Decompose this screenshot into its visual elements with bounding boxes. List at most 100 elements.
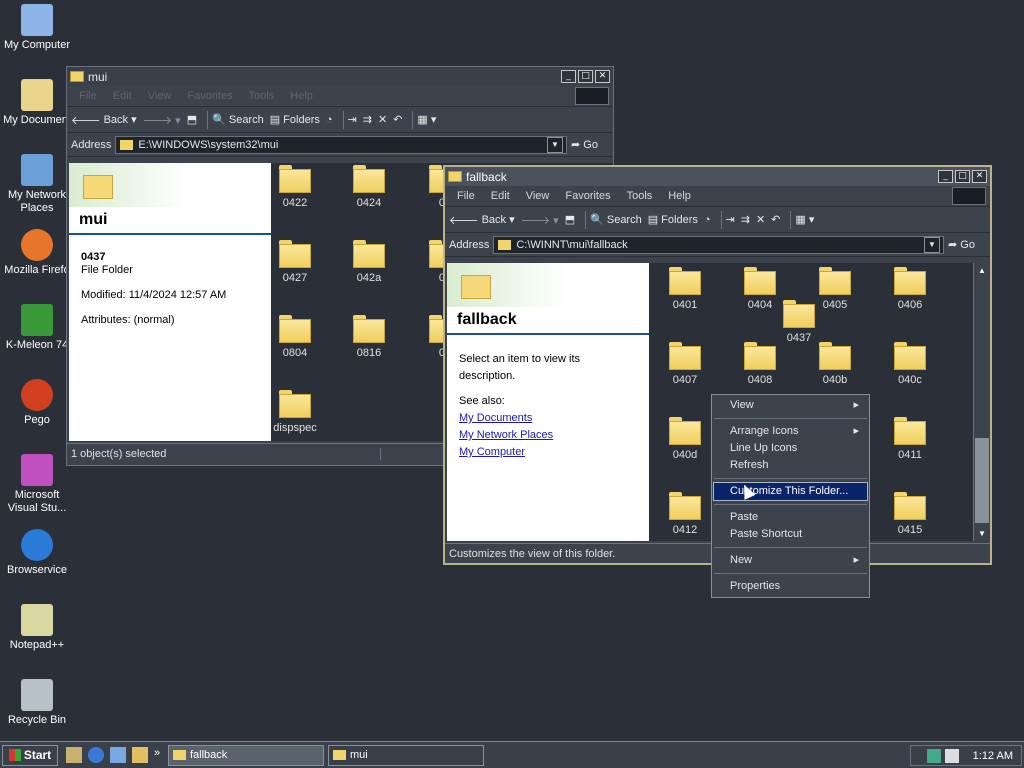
folder-item[interactable]: 0412 (655, 492, 715, 536)
link-my-documents[interactable]: My Documents (459, 410, 637, 427)
desktop-icon-my-computer[interactable]: My Computer (0, 4, 74, 52)
ctx-item-line-up-icons[interactable]: Line Up Icons (712, 440, 869, 457)
folder-item[interactable]: 0437 (769, 300, 829, 344)
desktop-icon-my-documents[interactable]: My Document (0, 79, 74, 127)
address-input[interactable]: C:\WINNT\mui\fallback (493, 235, 944, 254)
menu-file[interactable]: File (71, 90, 105, 102)
forward-button[interactable]: 🡒 ▾ (143, 113, 181, 127)
search-button[interactable]: 🔍 Search (212, 113, 264, 127)
menu-edit[interactable]: Edit (483, 190, 518, 202)
link-my-network-places[interactable]: My Network Places (459, 427, 637, 444)
search-button[interactable]: 🔍 Search (590, 213, 642, 227)
show-desktop-icon[interactable] (66, 747, 82, 763)
menu-favorites[interactable]: Favorites (557, 190, 618, 202)
back-button[interactable]: 🡐 Back ▾ (449, 213, 515, 227)
menu-tools[interactable]: Tools (619, 190, 661, 202)
folder-item[interactable]: 042a (339, 240, 399, 284)
go-button[interactable]: ➦ Go (948, 238, 990, 252)
copy-to-icon[interactable]: ⇉ (741, 213, 750, 226)
close-button[interactable]: ✕ (595, 70, 610, 83)
maximize-button[interactable]: □ (955, 170, 970, 183)
folder-item[interactable]: 0816 (339, 315, 399, 359)
folder-item[interactable]: 0424 (339, 165, 399, 209)
folder-item[interactable]: 0422 (271, 165, 325, 209)
folder-item[interactable]: dispspec (271, 390, 325, 434)
tray-app-icon[interactable] (926, 748, 941, 763)
history-icon[interactable]: ◔ (326, 114, 333, 126)
menu-tools[interactable]: Tools (241, 90, 283, 102)
maximize-button[interactable]: □ (578, 70, 593, 83)
delete-icon[interactable]: ✕ (378, 113, 387, 126)
address-dropdown-button[interactable]: ▼ (924, 236, 940, 253)
ctx-item-view[interactable]: View ▸ (712, 397, 869, 414)
folder-item[interactable]: 0427 (271, 240, 325, 284)
ctx-item-refresh[interactable]: Refresh (712, 457, 869, 474)
delete-icon[interactable]: ✕ (756, 213, 765, 226)
views-icon[interactable]: ▦ ▾ (795, 213, 814, 226)
tray-notepad-icon[interactable] (944, 748, 959, 763)
folder-item[interactable]: 040d (655, 417, 715, 461)
address-input[interactable]: E:\WINDOWS\system32\mui (115, 135, 567, 154)
views-icon[interactable]: ▦ ▾ (417, 113, 436, 126)
ctx-item-new[interactable]: New ▸ (712, 552, 869, 569)
desktop-icon-browservice[interactable]: Browservice (0, 529, 74, 577)
ctx-item-paste[interactable]: Paste (712, 509, 869, 526)
ctx-item-arrange-icons[interactable]: Arrange Icons ▸ (712, 423, 869, 440)
folder-item[interactable]: 040c (880, 342, 940, 386)
close-button[interactable]: ✕ (972, 170, 987, 183)
task-mui[interactable]: mui (328, 744, 484, 766)
start-button[interactable]: Start (2, 744, 58, 766)
menu-view[interactable]: View (518, 190, 558, 202)
menu-view[interactable]: View (140, 90, 180, 102)
menu-help[interactable]: Help (660, 190, 699, 202)
copy-to-icon[interactable]: ⇉ (363, 113, 372, 126)
ctx-item-properties[interactable]: Properties (712, 578, 869, 595)
scroll-up-button[interactable]: ▲ (974, 263, 990, 278)
folder-item[interactable]: 0415 (880, 492, 940, 536)
desktop-icon-my-network-places[interactable]: My Network Places (0, 154, 74, 215)
up-folder-icon[interactable]: ⬒ (565, 213, 575, 226)
internet-explorer-icon[interactable] (88, 747, 104, 763)
forward-button[interactable]: 🡒 ▾ (521, 213, 559, 227)
undo-icon[interactable]: ↶ (393, 113, 402, 126)
desktop-icon-recycle-bin[interactable]: Recycle Bin (0, 679, 74, 727)
vertical-scrollbar[interactable]: ▲ ▼ (973, 263, 990, 541)
explorer-icon[interactable] (132, 747, 148, 763)
minimize-button[interactable]: _ (938, 170, 953, 183)
folder-item[interactable]: 0408 (730, 342, 790, 386)
desktop-icon-visual-studio[interactable]: Microsoft Visual Stu... (0, 454, 74, 515)
menu-help[interactable]: Help (282, 90, 321, 102)
scroll-down-button[interactable]: ▼ (974, 526, 990, 541)
link-my-computer[interactable]: My Computer (459, 444, 637, 461)
history-icon[interactable]: ◔ (704, 214, 711, 226)
undo-icon[interactable]: ↶ (771, 213, 780, 226)
folder-item[interactable]: 0411 (880, 417, 940, 461)
menu-favorites[interactable]: Favorites (179, 90, 240, 102)
folders-button[interactable]: ▤ Folders (648, 213, 698, 227)
back-button[interactable]: 🡐 Back ▾ (71, 113, 137, 127)
task-fallback[interactable]: fallback (168, 744, 324, 766)
outlook-express-icon[interactable] (110, 747, 126, 763)
desktop-icon-pego[interactable]: Pego (0, 379, 74, 427)
folder-item[interactable]: 040b (805, 342, 865, 386)
folder-item[interactable]: 0804 (271, 315, 325, 359)
chevron-icon[interactable]: » (154, 747, 164, 763)
menu-file[interactable]: File (449, 190, 483, 202)
folders-button[interactable]: ▤ Folders (270, 113, 320, 127)
desktop-icon-firefox[interactable]: Mozilla Firefo (0, 229, 74, 277)
ctx-item-customize-this-folder[interactable]: Customize This Folder... (713, 482, 868, 501)
menu-edit[interactable]: Edit (105, 90, 140, 102)
scroll-thumb[interactable] (975, 438, 989, 523)
folder-item[interactable]: 0407 (655, 342, 715, 386)
desktop-icon-notepadpp[interactable]: Notepad++ (0, 604, 74, 652)
mui-titlebar[interactable]: mui _ □ ✕ (67, 67, 613, 86)
move-to-icon[interactable]: ⇥ (726, 213, 735, 226)
minimize-button[interactable]: _ (561, 70, 576, 83)
folder-item[interactable]: 0401 (655, 267, 715, 311)
up-folder-icon[interactable]: ⬒ (187, 113, 197, 126)
move-to-icon[interactable]: ⇥ (348, 113, 357, 126)
go-button[interactable]: ➦ Go (571, 138, 613, 152)
ctx-item-paste-shortcut[interactable]: Paste Shortcut (712, 526, 869, 543)
address-dropdown-button[interactable]: ▼ (547, 136, 563, 153)
desktop-icon-kmeleon[interactable]: K-Meleon 74 (0, 304, 74, 352)
